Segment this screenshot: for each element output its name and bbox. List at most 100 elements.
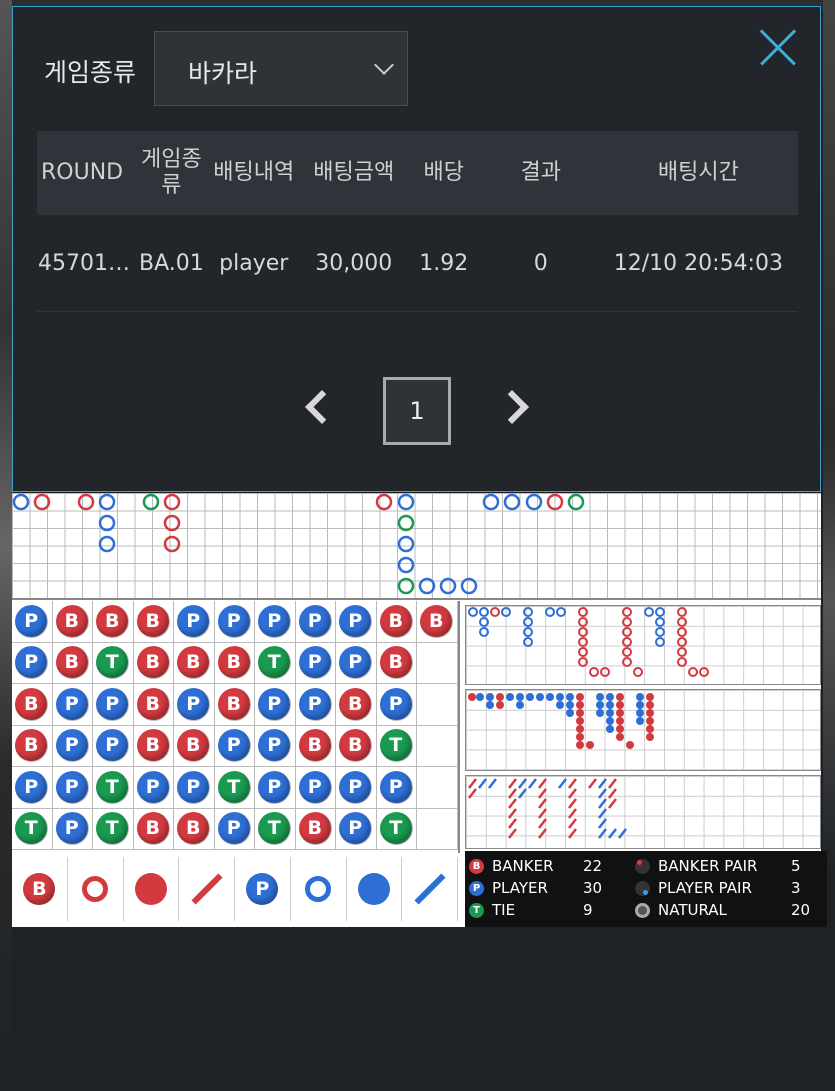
- bead-cell: P: [295, 601, 336, 643]
- banker-bead-icon: B: [23, 873, 56, 905]
- col-result: 결과: [482, 131, 599, 215]
- cockroach-road-marks: [468, 778, 627, 839]
- bead-road-player-ball: P: [55, 770, 89, 804]
- table-row[interactable]: 45701… BA.01 player 30,000 1.92 0 12/10 …: [37, 215, 798, 312]
- bead-road-player-ball: P: [258, 770, 292, 804]
- legend-player-bead: P: [235, 857, 291, 921]
- stat-player-value: 30: [583, 879, 603, 897]
- game-type-selected: 바카라: [188, 59, 258, 88]
- bead-cell: [417, 684, 458, 726]
- bead-road-banker-ball: B: [177, 812, 211, 846]
- big-road-grid: [12, 493, 821, 600]
- bead-road-player-ball: P: [55, 812, 89, 846]
- bead-road-banker-ball: B: [379, 604, 413, 638]
- legend-banker-slash: [179, 857, 235, 921]
- bead-cell: B: [214, 684, 255, 726]
- legend-player-ring: [291, 857, 347, 921]
- bead-cell: P: [336, 642, 377, 684]
- banker-pair-icon: [635, 858, 650, 874]
- cell-game-type: BA.01: [138, 215, 205, 312]
- bead-road-player-ball: P: [136, 770, 170, 804]
- col-bet-time: 배팅시간: [598, 131, 798, 215]
- chevron-left-icon[interactable]: [305, 390, 339, 424]
- bead-cell: P: [336, 767, 377, 809]
- bead-road-player-ball: P: [217, 604, 251, 638]
- bead-road-player-ball: P: [258, 604, 292, 638]
- bead-road-tie-ball: T: [379, 729, 413, 763]
- bead-road-player-ball: P: [55, 687, 89, 721]
- background-edge-right: [823, 0, 835, 1091]
- bead-cell: B: [417, 601, 458, 643]
- col-odds: 배당: [404, 131, 483, 215]
- bead-cell: P: [12, 767, 53, 809]
- bead-road-tie-ball: T: [15, 812, 49, 846]
- bead-cell: T: [255, 642, 296, 684]
- cell-bet-amount: 30,000: [302, 215, 405, 312]
- bead-cell: P: [376, 767, 417, 809]
- bead-cell: [417, 725, 458, 767]
- bead-cell: P: [376, 684, 417, 726]
- bead-road-player-ball: P: [55, 729, 89, 763]
- bead-road-banker-ball: B: [136, 687, 170, 721]
- bead-cell: P: [214, 601, 255, 643]
- bead-cell: T: [214, 767, 255, 809]
- stat-natural-value: 20: [791, 901, 811, 919]
- stat-player-pair-label: PLAYER PAIR: [658, 879, 752, 897]
- bead-cell: T: [93, 642, 134, 684]
- bead-road-player-ball: P: [339, 604, 373, 638]
- bead-cell: B: [336, 725, 377, 767]
- page-number-current[interactable]: 1: [383, 377, 451, 445]
- stat-tie-label: TIE: [492, 901, 516, 919]
- bead-cell: P: [52, 725, 93, 767]
- chevron-down-icon: [374, 55, 394, 75]
- legend-player-slash: [402, 857, 458, 921]
- bead-road-player-ball: P: [298, 770, 332, 804]
- bead-cell: P: [93, 725, 134, 767]
- bead-road-player-ball: P: [379, 687, 413, 721]
- bet-history-table: ROUND 게임종류 배팅내역 배팅금액 배당 결과 배팅시간 45701… B…: [37, 131, 798, 312]
- col-game-type: 게임종류: [138, 131, 205, 215]
- bead-road-tie-ball: T: [96, 812, 130, 846]
- bead-cell: T: [376, 808, 417, 850]
- bead-cell: B: [174, 725, 215, 767]
- table-header-row: ROUND 게임종류 배팅내역 배팅금액 배당 결과 배팅시간: [37, 131, 798, 215]
- legend-strip: B P: [12, 857, 458, 921]
- bead-road-tie-ball: T: [379, 812, 413, 846]
- cell-bet-detail: player: [204, 215, 303, 312]
- stat-tie: T TIE: [469, 901, 515, 919]
- player-bead-icon: P: [246, 873, 279, 905]
- bead-road-player-ball: P: [217, 812, 251, 846]
- small-road-grid: [465, 689, 821, 771]
- bead-road-banker-ball: B: [217, 687, 251, 721]
- bead-cell: B: [133, 808, 174, 850]
- bead-road-banker-ball: B: [420, 604, 454, 638]
- natural-icon: [635, 902, 650, 918]
- big-eye-road-grid: [465, 605, 821, 685]
- stat-banker-value: 22: [583, 857, 603, 875]
- cell-result: 0: [482, 215, 599, 312]
- pagination: 1: [13, 377, 822, 447]
- bead-road-player-ball: P: [339, 770, 373, 804]
- bead-cell: T: [12, 808, 53, 850]
- bead-road-player-ball: P: [339, 646, 373, 680]
- bead-cell: P: [52, 684, 93, 726]
- bead-cell: P: [255, 684, 296, 726]
- bead-cell: P: [52, 767, 93, 809]
- bead-cell: [417, 767, 458, 809]
- bead-road-player-ball: P: [339, 812, 373, 846]
- bead-road-banker-ball: B: [217, 646, 251, 680]
- bead-cell: B: [12, 725, 53, 767]
- banker-dot-icon: [134, 873, 167, 905]
- legend-player-dot: [347, 857, 403, 921]
- chevron-right-icon[interactable]: [495, 390, 529, 424]
- game-type-select[interactable]: 바카라: [154, 31, 408, 106]
- bead-cell: B: [133, 725, 174, 767]
- bead-road-player-ball: P: [298, 646, 332, 680]
- background-edge-left: [0, 0, 12, 1091]
- bead-road-player-ball: P: [15, 770, 49, 804]
- bead-road-player-ball: P: [298, 687, 332, 721]
- bead-cell: P: [52, 808, 93, 850]
- col-bet-detail: 배팅내역: [204, 131, 303, 215]
- close-icon[interactable]: [760, 29, 796, 65]
- bead-cell: B: [376, 642, 417, 684]
